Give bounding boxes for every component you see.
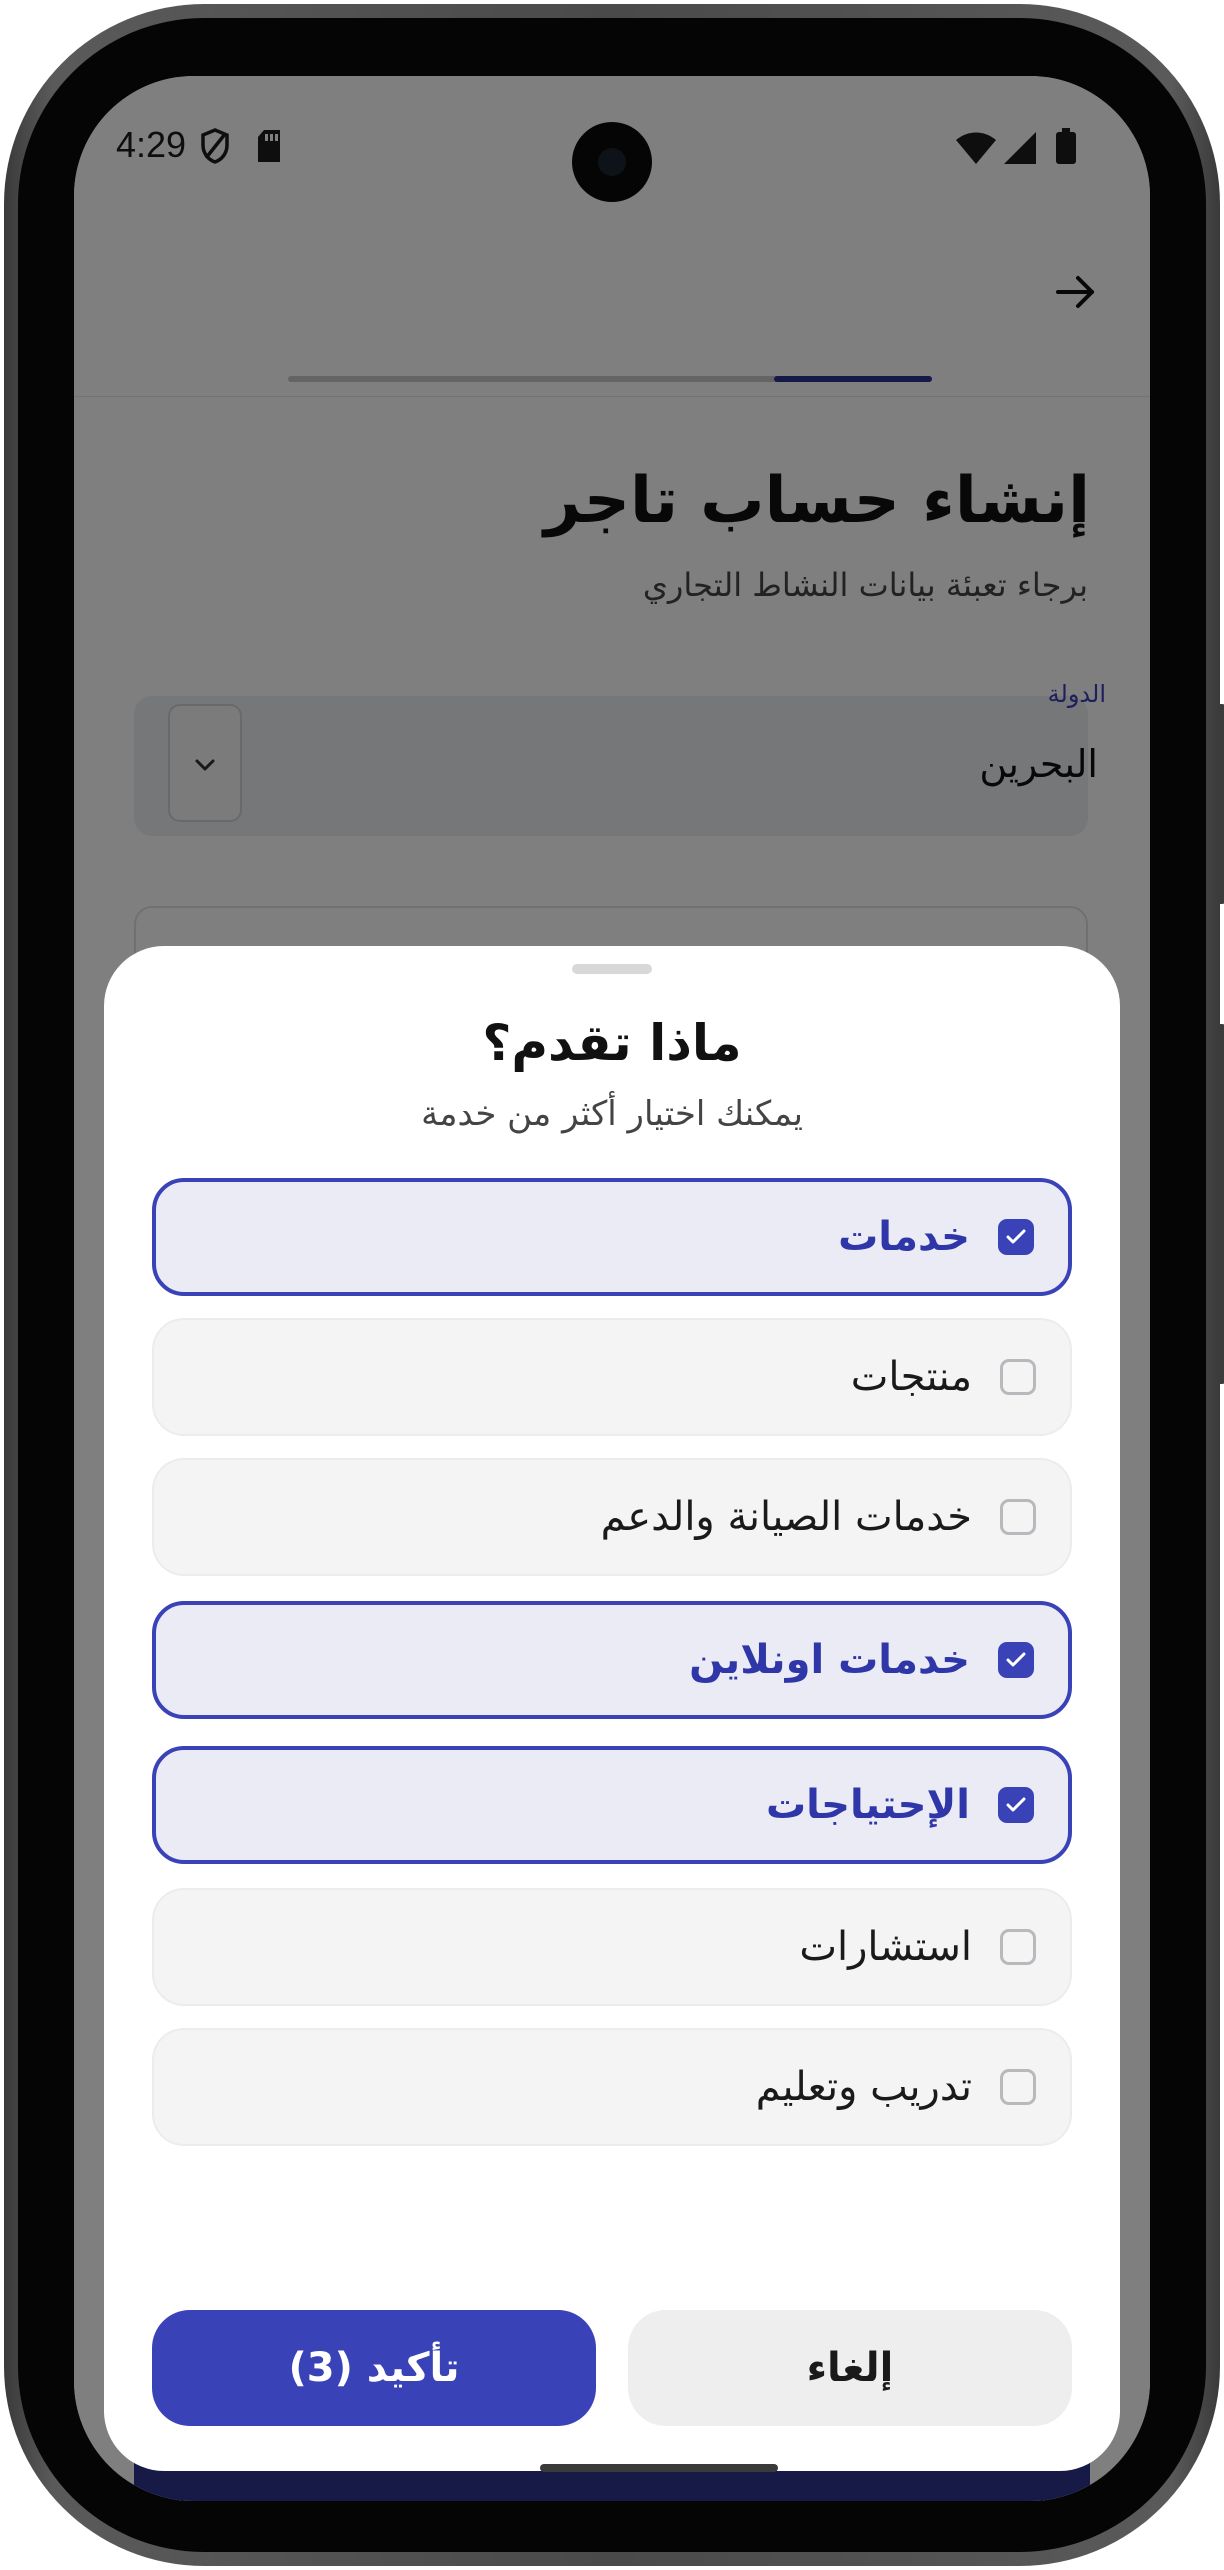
option-item[interactable]: خدمات (152, 1178, 1072, 1296)
option-item[interactable]: خدمات الصيانة والدعم (152, 1458, 1072, 1576)
checkbox-icon[interactable] (1000, 1929, 1036, 1965)
option-item[interactable]: تدريب وتعليم (152, 2028, 1072, 2146)
option-label: منتجات (850, 1354, 972, 1400)
option-item[interactable]: الإحتياجات (152, 1746, 1072, 1864)
cancel-button[interactable]: إلغاء (628, 2310, 1072, 2426)
option-label: خدمات الصيانة والدعم (600, 1494, 972, 1540)
sheet-handle[interactable] (572, 964, 652, 974)
option-item[interactable]: منتجات (152, 1318, 1072, 1436)
confirm-button[interactable]: تأكيد (3) (152, 2310, 596, 2426)
option-label: استشارات (799, 1924, 972, 1970)
option-label: الإحتياجات (765, 1782, 970, 1828)
option-item[interactable]: خدمات اونلاين (152, 1601, 1072, 1719)
checkbox-icon[interactable] (1000, 1499, 1036, 1535)
option-label: تدريب وتعليم (755, 2064, 972, 2110)
volume-button (1216, 1024, 1224, 1384)
checkbox-checked-icon[interactable] (998, 1219, 1034, 1255)
sheet-subtitle: يمكنك اختيار أكثر من خدمة (421, 1094, 803, 1134)
checkbox-checked-icon[interactable] (998, 1787, 1034, 1823)
option-label: خدمات اونلاين (689, 1637, 970, 1683)
sheet-title: ماذا تقدم؟ (482, 1014, 742, 1072)
checkbox-checked-icon[interactable] (998, 1642, 1034, 1678)
checkbox-icon[interactable] (1000, 1359, 1036, 1395)
power-button (1216, 704, 1224, 904)
bottom-sheet: ماذا تقدم؟ يمكنك اختيار أكثر من خدمة خدم… (104, 946, 1120, 2471)
home-indicator (540, 2464, 778, 2472)
option-label: خدمات (838, 1214, 970, 1260)
screen: 4:29 (74, 76, 1150, 2501)
phone-frame: 4:29 (4, 4, 1224, 2566)
checkbox-icon[interactable] (1000, 2069, 1036, 2105)
option-item[interactable]: استشارات (152, 1888, 1072, 2006)
